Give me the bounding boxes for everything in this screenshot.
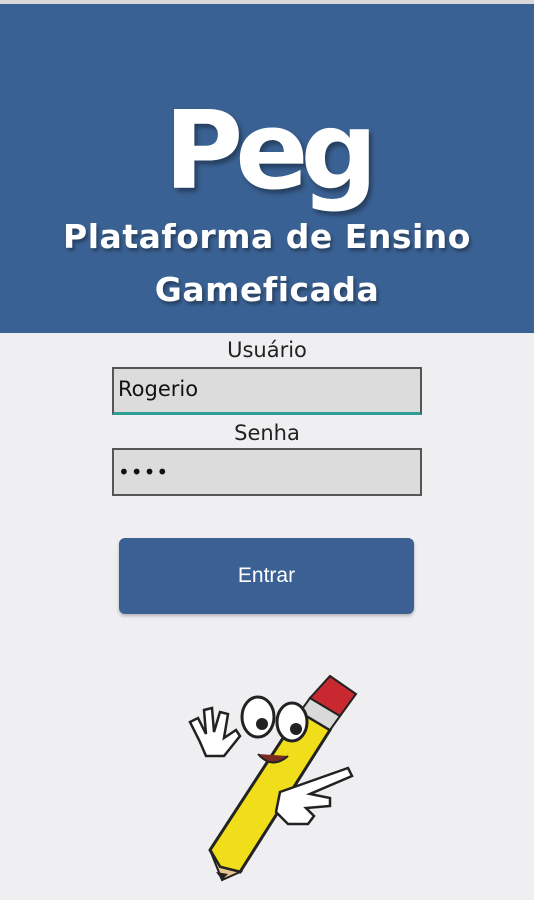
username-label: Usuário [227, 338, 307, 362]
app-logo: Peg [164, 89, 378, 214]
password-input[interactable]: •••• [112, 448, 422, 496]
tagline-line-2: Gameficada [154, 270, 380, 309]
pencil-mascot-icon [188, 674, 358, 882]
login-button[interactable]: Entrar [119, 538, 414, 614]
password-label: Senha [234, 421, 300, 445]
username-input[interactable]: Rogerio [112, 367, 422, 415]
tagline-line-1: Plataforma de Ensino [63, 217, 471, 256]
